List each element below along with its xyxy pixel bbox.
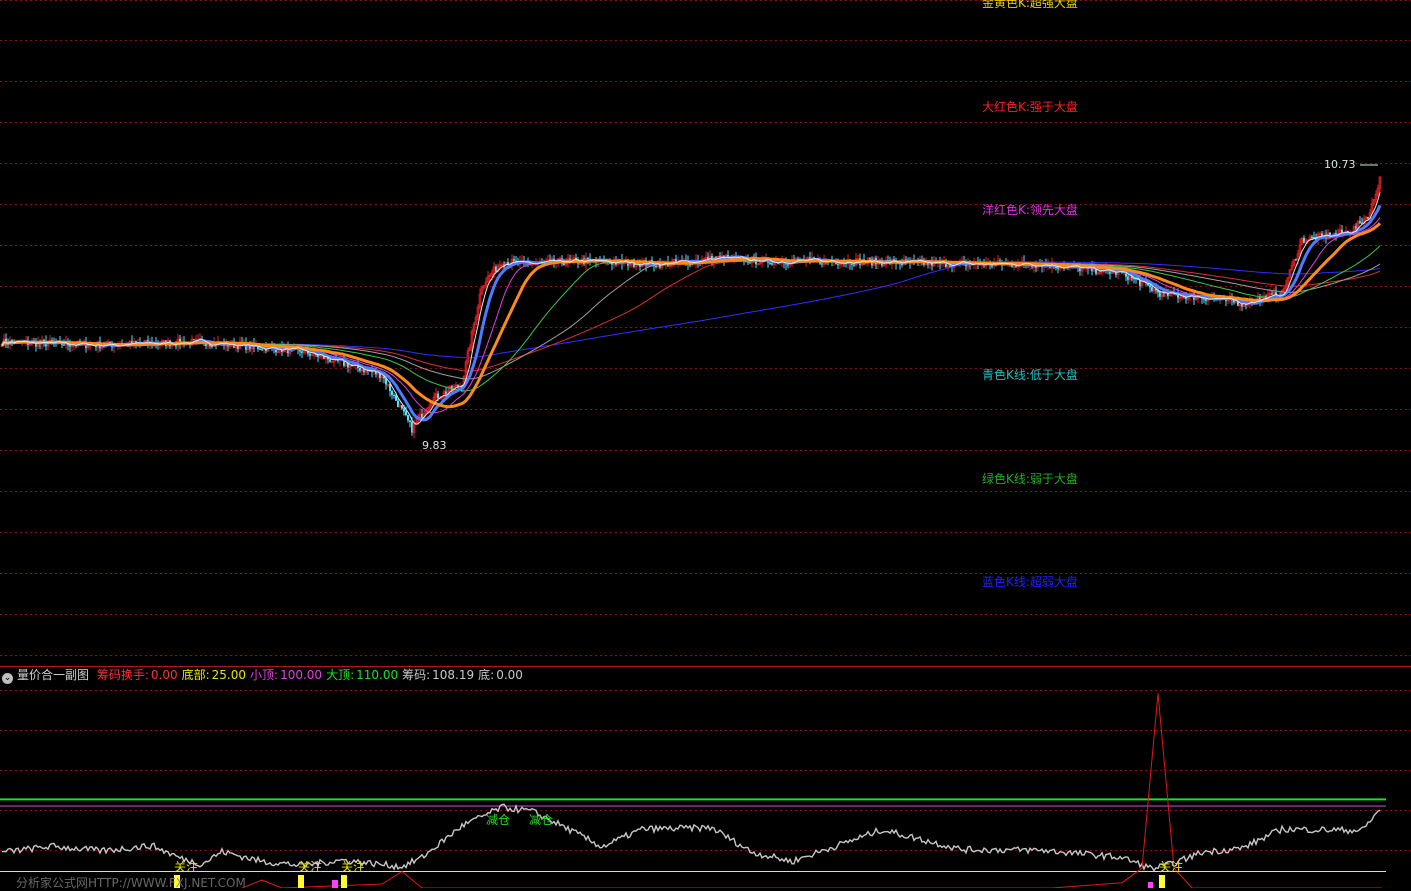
candle-body <box>395 395 397 401</box>
signal-bar <box>298 875 304 888</box>
candle-body <box>1359 221 1361 223</box>
watermark: 分析家公式网HTTP://WWW.FXJ.NET.COM <box>16 876 246 890</box>
param-label: 筹码换手: <box>96 668 149 682</box>
legend-label: 青色K线:低于大盘 <box>982 367 1078 382</box>
param-value: 110.00 <box>356 668 399 682</box>
param-label: 筹码: <box>402 668 431 682</box>
signal-bar <box>1159 875 1165 888</box>
price-high-label: 10.73 <box>1324 158 1356 171</box>
ma-line <box>1 192 1381 425</box>
signal-bar <box>1148 882 1153 888</box>
chart-stage: 金黄色K:超强大盘大红色K:强于大盘洋红色K:领先大盘青色K线:低于大盘绿色K线… <box>0 0 1411 888</box>
param-value: 25.00 <box>211 668 247 682</box>
red-signal-line <box>241 693 1382 888</box>
param-value: 0.00 <box>496 668 523 682</box>
param-value: 108.19 <box>432 668 475 682</box>
ma-line <box>0 204 1382 422</box>
param-label: 小顶: <box>250 668 279 682</box>
candle-body <box>949 265 951 267</box>
candle-body <box>769 262 771 264</box>
signal-bar <box>332 880 338 888</box>
signal-label: 减仓 <box>486 813 510 827</box>
candle-body <box>393 394 395 396</box>
ma-line <box>1 245 1381 392</box>
signal-label: 关注 <box>341 859 365 874</box>
param-label: 底部: <box>181 668 210 682</box>
candle-body <box>1311 236 1313 238</box>
param-label: 底: <box>478 668 495 682</box>
price-low-label: 9.83 <box>422 439 447 452</box>
indicator-name: 量价合一副图 <box>17 668 90 682</box>
candle-body <box>401 405 403 409</box>
legend-label: 蓝色K线:超弱大盘 <box>982 574 1078 589</box>
signal-label: 关注 <box>1159 859 1183 874</box>
param-value: 0.00 <box>150 668 178 682</box>
param-label: 大顶: <box>326 668 355 682</box>
ma-line <box>1 217 1381 414</box>
candle-body <box>513 259 515 261</box>
legend-label: 绿色K线:弱于大盘 <box>982 471 1078 486</box>
candle-body <box>391 390 393 395</box>
ma-line <box>0 222 1382 409</box>
ma-line <box>1 259 1381 380</box>
legend-label: 金黄色K:超强大盘 <box>982 0 1078 10</box>
signal-label: 减仓 <box>529 813 553 827</box>
signal-bar <box>341 875 347 888</box>
candle-body <box>407 415 409 421</box>
candle-body <box>869 258 871 260</box>
signal-label: 关注 <box>174 859 198 874</box>
candle-body <box>409 420 411 422</box>
signal-label: 关注 <box>298 859 322 874</box>
legend-label: 洋红色K:领先大盘 <box>982 202 1078 217</box>
candle-body <box>405 411 407 416</box>
indicator-header: ⌄ 量价合一副图 筹码换手: 0.00 底部: 25.00 小顶: 100.00 大顶: 110… <box>0 666 1411 684</box>
param-value: 100.00 <box>280 668 323 682</box>
candle-body <box>259 348 261 350</box>
collapse-icon[interactable]: ⌄ <box>2 673 13 684</box>
candle-body <box>1149 285 1151 288</box>
candle-body <box>403 408 405 412</box>
candle-body <box>1055 267 1057 269</box>
legend-label: 大红色K:强于大盘 <box>982 99 1078 114</box>
